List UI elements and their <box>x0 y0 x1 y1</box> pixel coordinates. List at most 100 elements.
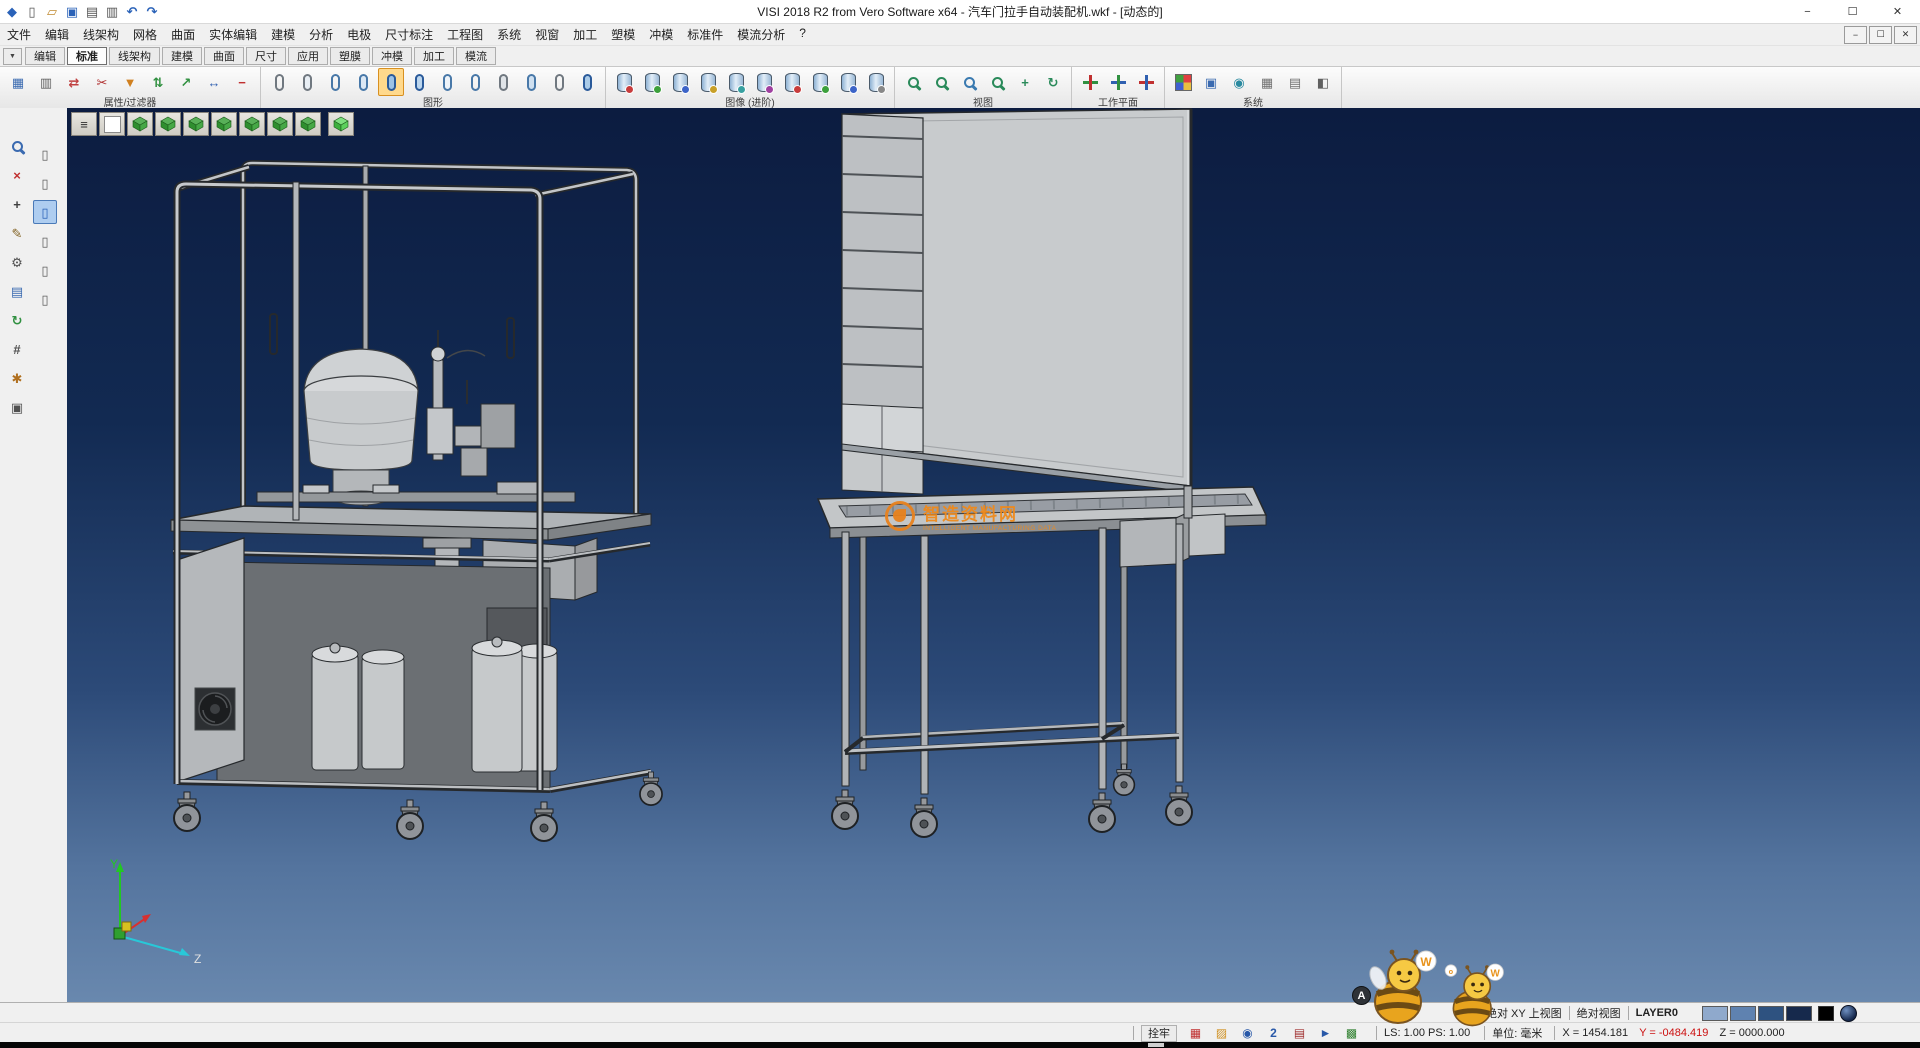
solid-display-button[interactable] <box>574 68 600 96</box>
transparent-style-button[interactable] <box>434 68 460 96</box>
table-config-button[interactable]: ▤ <box>1282 68 1308 96</box>
view-shaded-button[interactable] <box>328 112 354 136</box>
color-palette-button[interactable] <box>1170 68 1196 96</box>
monitor-button[interactable]: ▣ <box>1198 68 1224 96</box>
workplane-xy-button[interactable] <box>1077 68 1103 96</box>
zoom-extents-button[interactable] <box>900 68 926 96</box>
menu-item-16[interactable]: 标准件 <box>680 24 730 45</box>
notepad-button-2[interactable]: ▯ <box>33 171 57 195</box>
grid-status-icon[interactable]: ◉ <box>1239 1025 1256 1042</box>
tab-4[interactable]: 曲面 <box>204 47 244 65</box>
render-dynamic-button[interactable] <box>695 68 721 96</box>
tab-2[interactable]: 线架构 <box>109 47 160 65</box>
print-attributes-button[interactable]: ▥ <box>33 68 59 96</box>
render-hidden-button[interactable] <box>667 68 693 96</box>
render-settings-button[interactable] <box>863 68 889 96</box>
tab-7[interactable]: 塑膜 <box>330 47 370 65</box>
count-badge[interactable]: 2 <box>1265 1025 1282 1042</box>
view-back-button[interactable] <box>211 112 237 136</box>
shaded-style-button[interactable] <box>378 68 404 96</box>
pan-view-button[interactable]: + <box>1012 68 1038 96</box>
globe-button[interactable]: ◉ <box>1226 68 1252 96</box>
zoom-in-button[interactable] <box>956 68 982 96</box>
mesh-style-button[interactable] <box>546 68 572 96</box>
zoom-window-button[interactable] <box>928 68 954 96</box>
render-transparency-button[interactable] <box>751 68 777 96</box>
wireframe-style-button[interactable] <box>266 68 292 96</box>
absolute-view-label[interactable]: 绝对视图 <box>1577 1005 1621 1021</box>
menu-item-11[interactable]: 系统 <box>490 24 528 45</box>
open-file-button[interactable]: ▱ <box>43 3 61 21</box>
workplane-entity-button[interactable] <box>1133 68 1159 96</box>
render-shadow-button[interactable] <box>835 68 861 96</box>
menu-item-1[interactable]: 编辑 <box>38 24 76 45</box>
points-style-button[interactable] <box>462 68 488 96</box>
tab-6[interactable]: 应用 <box>288 47 328 65</box>
active-layer-label[interactable]: LAYER0 <box>1636 1007 1678 1019</box>
conveyor-table-model[interactable] <box>818 109 1266 837</box>
menu-item-10[interactable]: 工程图 <box>440 24 490 45</box>
save-button[interactable]: ▣ <box>63 3 81 21</box>
tab-5[interactable]: 尺寸 <box>246 47 286 65</box>
menu-item-15[interactable]: 冲模 <box>642 24 680 45</box>
copy-tool-button[interactable]: ▣ <box>5 395 29 419</box>
viewport-3d[interactable]: ≡ 智造资料网 INTELLIGENT MANUFACTURING DATA Y… <box>67 108 1920 1002</box>
menu-item-12[interactable]: 视窗 <box>528 24 566 45</box>
tab-10[interactable]: 模流 <box>456 47 496 65</box>
curve-style-button[interactable] <box>490 68 516 96</box>
remove-attributes-button[interactable]: − <box>229 68 255 96</box>
tab-0[interactable]: 编辑 <box>25 47 65 65</box>
menu-item-2[interactable]: 线架构 <box>76 24 126 45</box>
menu-item-18[interactable]: ? <box>792 24 813 45</box>
move-entities-button[interactable]: ↗ <box>173 68 199 96</box>
notepad-button-4[interactable]: ▯ <box>33 229 57 253</box>
new-file-button[interactable]: ▯ <box>23 3 41 21</box>
mdi-minimize-button[interactable]: − <box>1844 26 1867 44</box>
star-tool-button[interactable]: ✱ <box>5 366 29 390</box>
view-front-button[interactable] <box>183 112 209 136</box>
edit-tool-button[interactable]: ✎ <box>5 221 29 245</box>
color-swatch-1[interactable] <box>1730 1006 1756 1021</box>
surface-style-button[interactable] <box>518 68 544 96</box>
view-top-button[interactable] <box>155 112 181 136</box>
tab-8[interactable]: 冲模 <box>372 47 412 65</box>
menu-item-7[interactable]: 分析 <box>302 24 340 45</box>
app-button[interactable]: ◆ <box>3 3 21 21</box>
zoom-tool-button[interactable] <box>5 134 29 158</box>
mdi-restore-button[interactable]: ☐ <box>1869 26 1892 44</box>
color-swatch-2[interactable] <box>1758 1006 1784 1021</box>
book-status-icon[interactable]: ▤ <box>1291 1025 1308 1042</box>
view-bottom-button[interactable] <box>295 112 321 136</box>
redo-button[interactable]: ↷ <box>143 3 161 21</box>
menu-item-17[interactable]: 模流分析 <box>730 24 792 45</box>
copy-attributes-button[interactable]: ⇅ <box>145 68 171 96</box>
zoom-previous-button[interactable] <box>984 68 1010 96</box>
close-button[interactable]: ✕ <box>1875 0 1920 23</box>
solid-style-button[interactable] <box>406 68 432 96</box>
thin-style-button[interactable] <box>350 68 376 96</box>
black-color-swatch[interactable] <box>1818 1006 1834 1021</box>
menu-item-6[interactable]: 建模 <box>264 24 302 45</box>
dashed-style-button[interactable] <box>322 68 348 96</box>
notepad-button-3[interactable]: ▯ <box>33 200 57 224</box>
hidden-line-style-button[interactable] <box>294 68 320 96</box>
tab-dropdown-button[interactable]: ▼ <box>3 48 22 65</box>
delete-tool-button[interactable]: × <box>5 163 29 187</box>
render-section-button[interactable] <box>723 68 749 96</box>
view-menu-button[interactable]: ≡ <box>71 112 97 136</box>
entity-attributes-button[interactable]: ▦ <box>5 68 31 96</box>
redraw-button[interactable]: ↻ <box>1040 68 1066 96</box>
view-blank-button[interactable] <box>99 112 125 136</box>
assembly-machine-model[interactable] <box>171 163 662 841</box>
tab-1[interactable]: 标准 <box>67 47 107 65</box>
snap-status-icon[interactable]: ▦ <box>1187 1025 1204 1042</box>
menu-item-0[interactable]: 文件 <box>0 24 38 45</box>
color-swatch-0[interactable] <box>1702 1006 1728 1021</box>
settings-tool-button[interactable]: ⚙ <box>5 250 29 274</box>
maximize-button[interactable]: ☐ <box>1830 0 1875 23</box>
view-left-button[interactable] <box>239 112 265 136</box>
menu-item-5[interactable]: 实体编辑 <box>202 24 264 45</box>
snap-tool-button[interactable]: + <box>5 192 29 216</box>
minimize-button[interactable]: − <box>1785 0 1830 23</box>
os-taskbar[interactable] <box>0 1042 1920 1048</box>
